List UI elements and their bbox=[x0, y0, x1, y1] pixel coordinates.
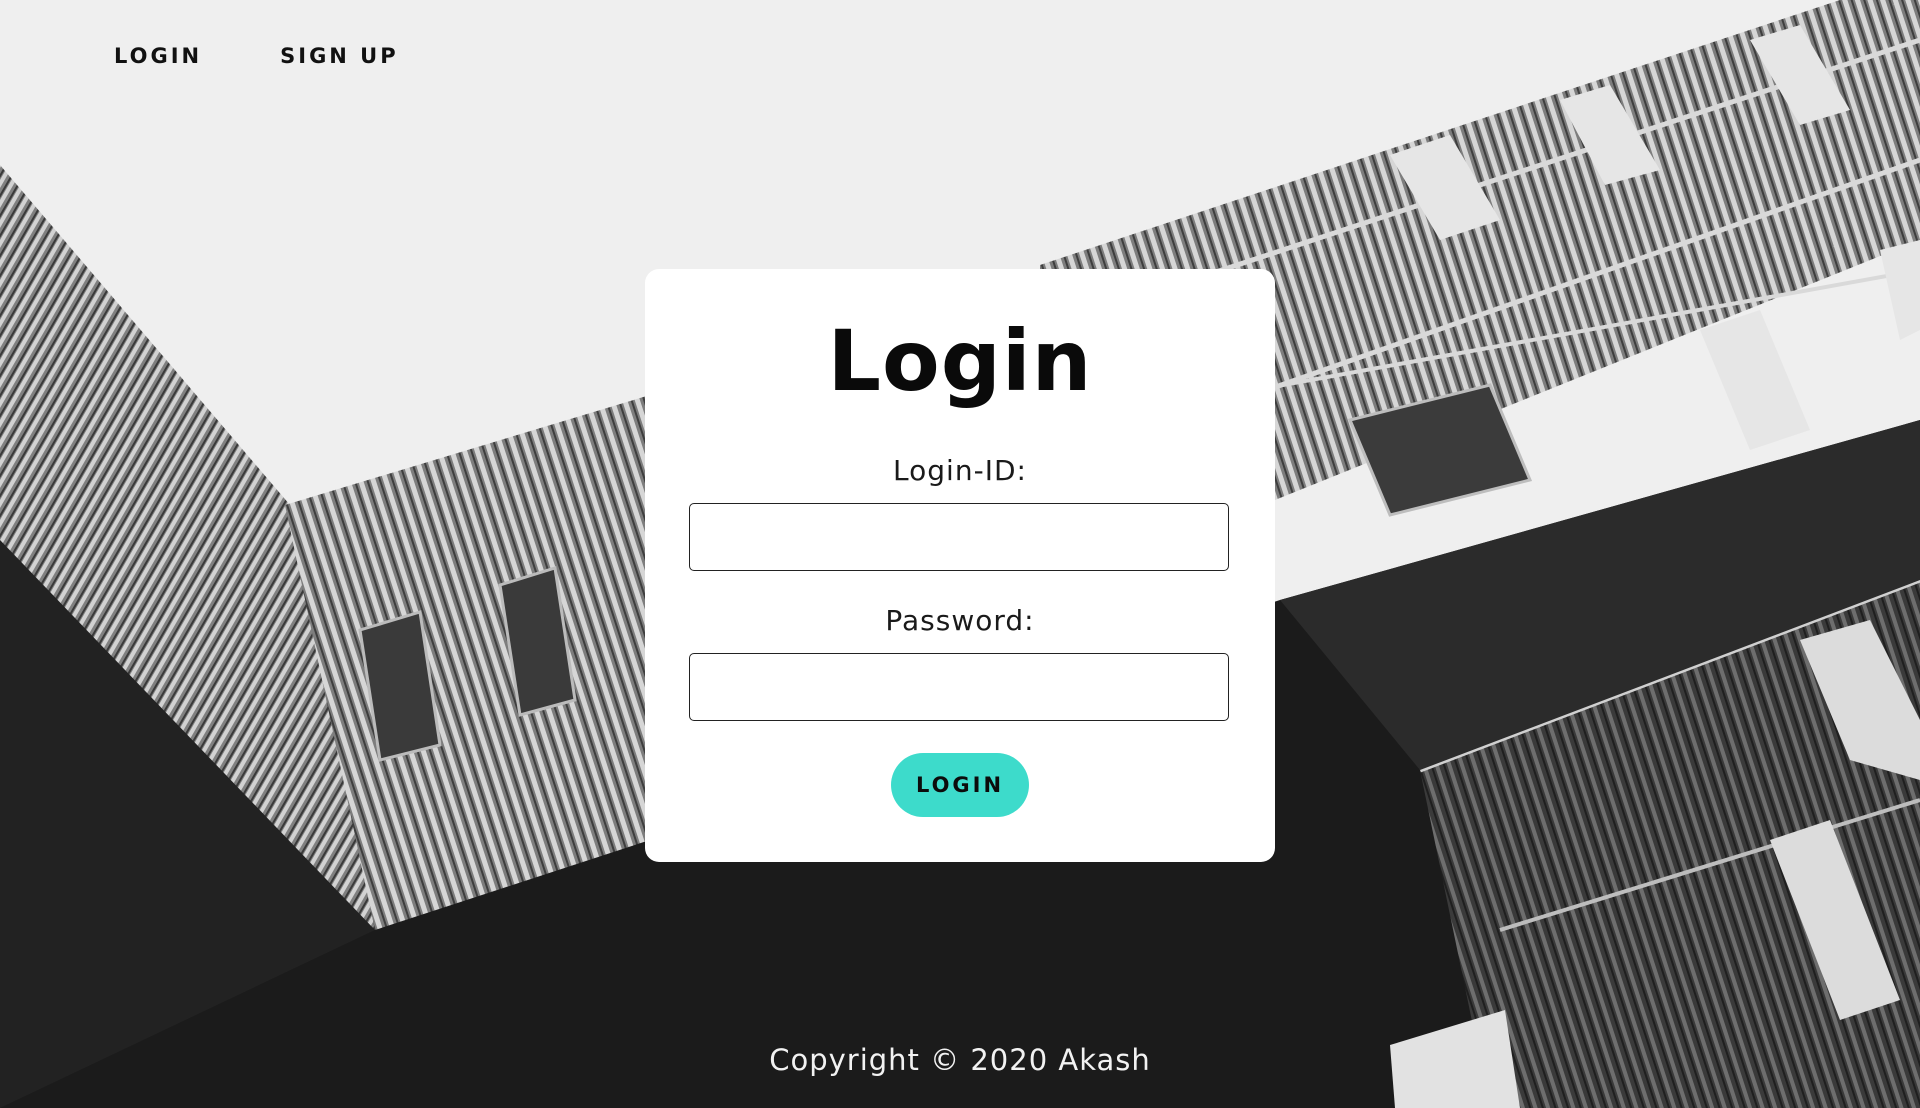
login-id-input[interactable] bbox=[689, 503, 1229, 571]
page: LOGIN SIGN UP Login Login-ID: Password: … bbox=[0, 0, 1920, 1108]
login-title: Login bbox=[827, 312, 1093, 410]
password-label: Password: bbox=[885, 604, 1035, 637]
login-card: Login Login-ID: Password: LOGIN bbox=[645, 269, 1275, 862]
password-input[interactable] bbox=[689, 653, 1229, 721]
nav-signup-link[interactable]: SIGN UP bbox=[280, 44, 399, 68]
top-nav: LOGIN SIGN UP bbox=[114, 44, 399, 68]
footer-copyright: Copyright © 2020 Akash bbox=[769, 1043, 1151, 1077]
login-button[interactable]: LOGIN bbox=[891, 753, 1029, 817]
login-id-label: Login-ID: bbox=[893, 454, 1027, 487]
nav-login-link[interactable]: LOGIN bbox=[114, 44, 202, 68]
